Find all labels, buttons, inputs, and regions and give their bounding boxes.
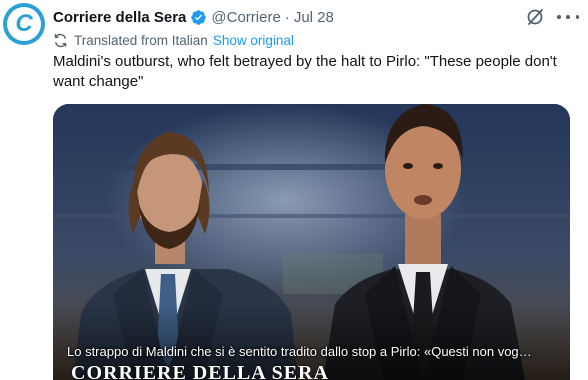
more-dot	[557, 15, 561, 19]
media-watermark: CORRIERE DELLA SERA	[71, 362, 329, 380]
tweet-media-image[interactable]: Lo strappo di Maldini che si è sentito t…	[53, 104, 570, 380]
more-dots-icon[interactable]	[557, 8, 579, 26]
more-dot	[566, 15, 570, 19]
grok-slash-circle-icon[interactable]	[525, 7, 545, 27]
header-separator: ·	[284, 8, 290, 26]
more-dot	[575, 15, 579, 19]
account-name[interactable]: Corriere della Sera	[53, 9, 186, 26]
verified-badge-icon	[191, 9, 207, 25]
tweet-text: Maldini's outburst, who felt betrayed by…	[53, 53, 557, 90]
tweet-header: Corriere della Sera @Corriere · Jul 28	[53, 6, 334, 28]
media-caption: Lo strappo di Maldini che si è sentito t…	[67, 344, 532, 359]
avatar-letter: C	[15, 10, 33, 37]
translated-label: Translated from Italian	[74, 32, 208, 48]
translation-row: Translated from Italian Show original	[53, 30, 294, 50]
tweet-date[interactable]: Jul 28	[294, 9, 334, 26]
translate-icon	[54, 33, 67, 47]
account-handle[interactable]: @Corriere	[211, 9, 280, 26]
media-photo	[53, 104, 570, 380]
show-original-link[interactable]: Show original	[213, 33, 294, 48]
avatar-logo: C	[7, 7, 41, 41]
account-avatar[interactable]: C	[3, 3, 45, 45]
